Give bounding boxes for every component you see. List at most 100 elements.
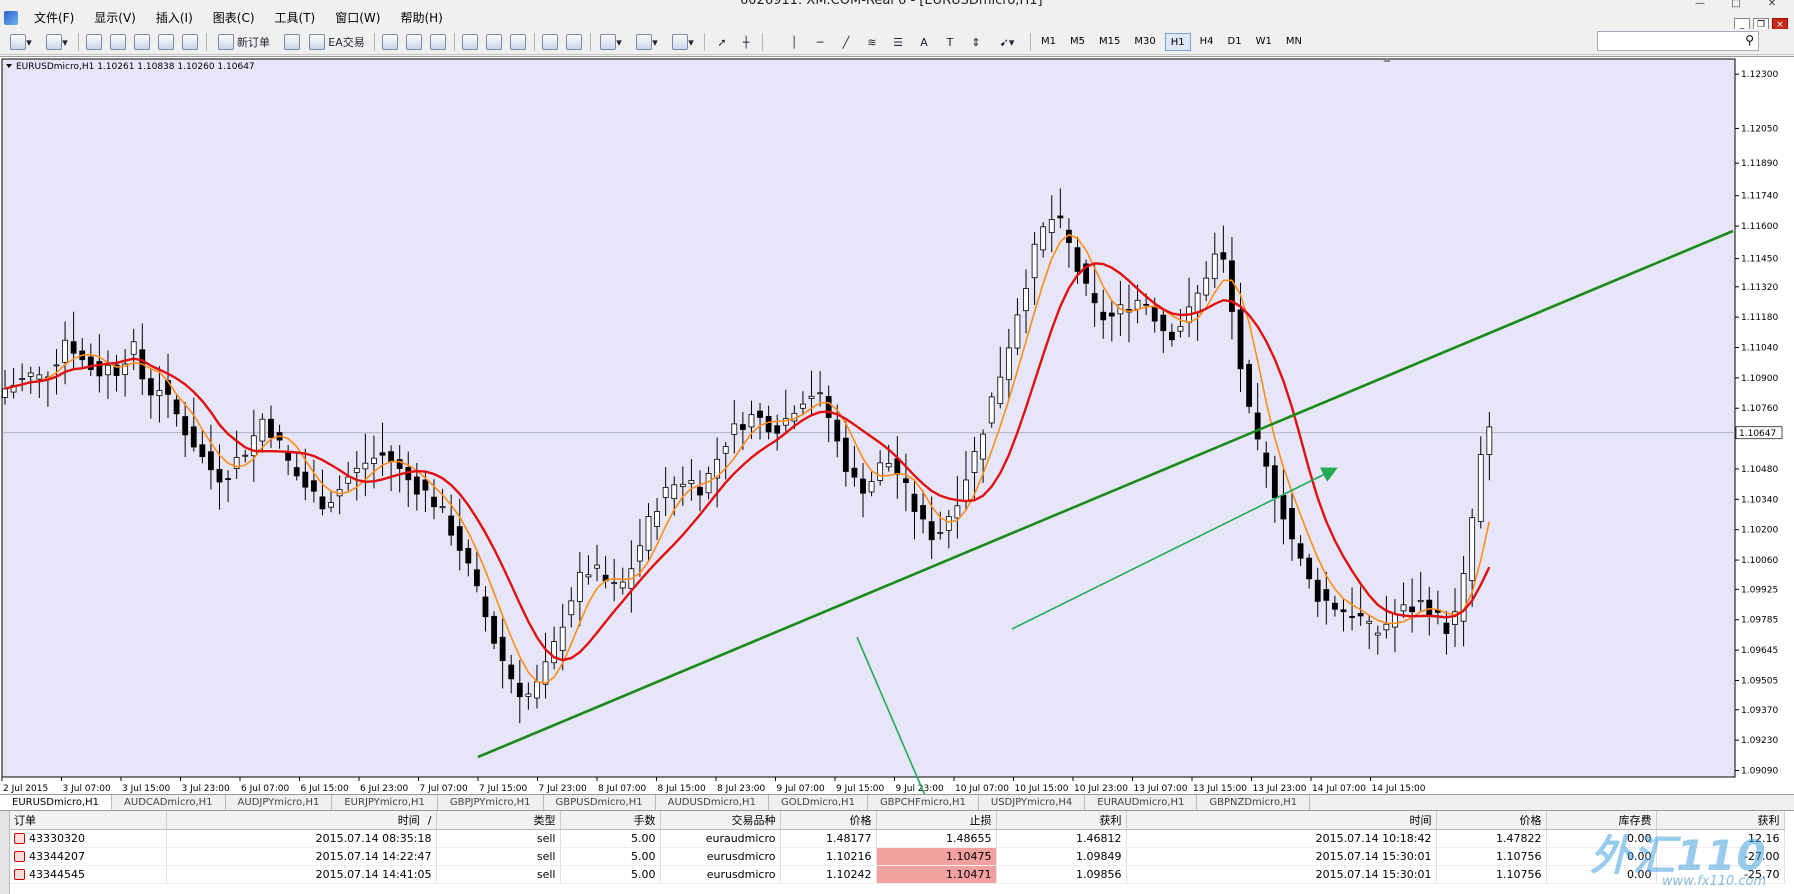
crosshair-tool[interactable]: ┼ — [736, 32, 756, 52]
y-tick-label: 1.11320 — [1741, 283, 1778, 293]
text-tool[interactable]: A — [914, 32, 934, 52]
table-cell: 1.10471 — [876, 865, 997, 884]
table-cell: -25.70 — [1656, 865, 1785, 884]
menu-charts[interactable]: 图表(C) — [203, 8, 265, 28]
table-cell: eurusdmicro — [660, 865, 781, 884]
table-cell: 1.10242 — [780, 865, 877, 884]
chart-tab[interactable]: GBPNZDmicro,H1 — [1197, 795, 1311, 810]
chart-tab[interactable]: GOLDmicro,H1 — [769, 795, 868, 810]
chart-tab[interactable]: EURAUDmicro,H1 — [1085, 795, 1198, 810]
data-window-button[interactable] — [108, 32, 128, 52]
new-chart-button[interactable]: ▾ — [6, 32, 36, 52]
search-icon[interactable]: ⚲ — [1745, 33, 1754, 47]
candle-bull — [1023, 288, 1029, 312]
column-header[interactable]: 时间 / — [166, 811, 437, 830]
timeframe-h1[interactable]: H1 — [1164, 33, 1191, 51]
line-chart-button[interactable] — [428, 32, 448, 52]
column-header[interactable]: 手数 — [560, 811, 661, 830]
column-header[interactable]: 订单 — [10, 811, 167, 830]
menu-file[interactable]: 文件(F) — [24, 8, 84, 28]
column-header[interactable]: 获利 — [1656, 811, 1785, 830]
market-watch-button[interactable] — [84, 32, 104, 52]
auto-scroll-button[interactable] — [540, 32, 560, 52]
timeframe-d1[interactable]: D1 — [1223, 33, 1247, 51]
close-button[interactable]: ✕ — [1754, 0, 1790, 8]
metaeditor-button[interactable] — [282, 32, 302, 52]
candle-bull — [808, 395, 815, 399]
cell-text: eurusdmicro — [706, 849, 776, 863]
table-row[interactable]: 43330320 2015.07.14 08:35:18 sell 5.00 eurau… — [10, 829, 1785, 848]
search-input[interactable]: ⚲ — [1597, 31, 1759, 51]
chart-tab[interactable]: AUDJPYmicro,H1 — [226, 795, 333, 810]
chart-area[interactable]: 1.12300 1.12050 1.11890 1.11740 1.11600 1.114… — [0, 56, 1794, 795]
zoom-in-button[interactable] — [460, 32, 480, 52]
column-header[interactable]: 库存费 — [1546, 811, 1657, 830]
arrows-tool[interactable]: ➹▾ — [992, 32, 1022, 52]
candle-bull — [353, 467, 360, 473]
navigator-button[interactable] — [132, 32, 152, 52]
candle-bull — [937, 532, 944, 534]
channel-tool[interactable]: ≋ — [862, 32, 882, 52]
minimize-button[interactable]: — — [1682, 0, 1718, 8]
timeframe-mn[interactable]: MN — [1281, 33, 1307, 51]
bar-chart-button[interactable] — [380, 32, 400, 52]
timeframe-m15[interactable]: M15 — [1094, 33, 1125, 51]
chart-tab[interactable]: EURUSDmicro,H1 — [0, 795, 113, 810]
terminal-button[interactable] — [156, 32, 176, 52]
column-header[interactable]: 价格 — [1436, 811, 1547, 830]
menu-window[interactable]: 窗口(W) — [325, 8, 390, 28]
column-header[interactable]: 时间 — [1126, 811, 1437, 830]
column-header[interactable]: 类型 — [436, 811, 561, 830]
vertical-line-tool[interactable]: │ — [784, 32, 804, 52]
new-order-button[interactable]: 新订单 — [212, 32, 276, 52]
fibonacci-tool[interactable]: ☰ — [888, 32, 908, 52]
trendline-tool[interactable]: ╱ — [836, 32, 856, 52]
candle-bear — [1443, 622, 1450, 634]
timeframe-w1[interactable]: W1 — [1251, 33, 1277, 51]
chart-tab[interactable]: AUDUSDmicro,H1 — [656, 795, 769, 810]
x-tick-label: 13 Jul 07:00 — [1134, 784, 1188, 794]
chart-tab[interactable]: GBPJPYmicro,H1 — [438, 795, 544, 810]
cell-text: sell — [536, 849, 556, 863]
maximize-button[interactable]: □ — [1718, 0, 1754, 8]
price-chart[interactable]: 1.12300 1.12050 1.11890 1.11740 1.11600 1.114… — [0, 57, 1794, 795]
y-tick-label: 1.10480 — [1741, 465, 1778, 475]
periods-button[interactable]: ▾ — [632, 32, 662, 52]
column-header[interactable]: 价格 — [780, 811, 877, 830]
menu-view[interactable]: 显示(V) — [84, 8, 146, 28]
chart-tab[interactable]: GBPUSDmicro,H1 — [544, 795, 656, 810]
cursor-tool[interactable]: ➚ — [712, 32, 732, 52]
column-header[interactable]: 交易品种 — [660, 811, 781, 830]
zoom-out-button[interactable] — [484, 32, 504, 52]
timeframe-m30[interactable]: M30 — [1129, 33, 1160, 51]
templates-button[interactable]: ▾ — [668, 32, 698, 52]
chart-tab[interactable]: EURJPYmicro,H1 — [332, 795, 438, 810]
menu-tools[interactable]: 工具(T) — [265, 8, 326, 28]
chart-tab[interactable]: AUDCADmicro,H1 — [112, 795, 226, 810]
indicators-button[interactable]: ▾ — [596, 32, 626, 52]
shapes-tool[interactable]: ⇕ — [966, 32, 986, 52]
column-header[interactable]: 止损 — [876, 811, 997, 830]
profiles-button[interactable]: ▾ — [42, 32, 72, 52]
candlestick-button[interactable] — [404, 32, 424, 52]
column-header[interactable]: 获利 — [996, 811, 1127, 830]
timeframe-m5[interactable]: M5 — [1065, 33, 1090, 51]
chart-shift-button[interactable] — [564, 32, 584, 52]
timeframe-h4[interactable]: H4 — [1195, 33, 1219, 51]
menu-help[interactable]: 帮助(H) — [390, 8, 452, 28]
tile-windows-button[interactable] — [508, 32, 528, 52]
cell-text: 1.10242 — [826, 867, 872, 881]
candle-bull — [885, 463, 892, 468]
chart-tab[interactable]: USDJPYmicro,H4 — [979, 795, 1086, 810]
tester-button[interactable] — [180, 32, 200, 52]
table-row[interactable]: 43344207 2015.07.14 14:22:47 sell 5.00 eurus… — [10, 847, 1785, 866]
label-tool[interactable]: T — [940, 32, 960, 52]
ea-trading-button[interactable]: EA交易 — [306, 32, 368, 52]
table-row[interactable]: 43344545 2015.07.14 14:41:05 sell 5.00 eurus… — [10, 865, 1785, 884]
timeframe-m1[interactable]: M1 — [1036, 33, 1061, 51]
menu-insert[interactable]: 插入(I) — [146, 8, 203, 28]
candle-bull — [1486, 426, 1493, 455]
chart-tab[interactable]: GBPCHFmicro,H1 — [868, 795, 979, 810]
horizontal-line-tool[interactable]: ─ — [810, 32, 830, 52]
table-cell: 1.48655 — [876, 829, 997, 848]
